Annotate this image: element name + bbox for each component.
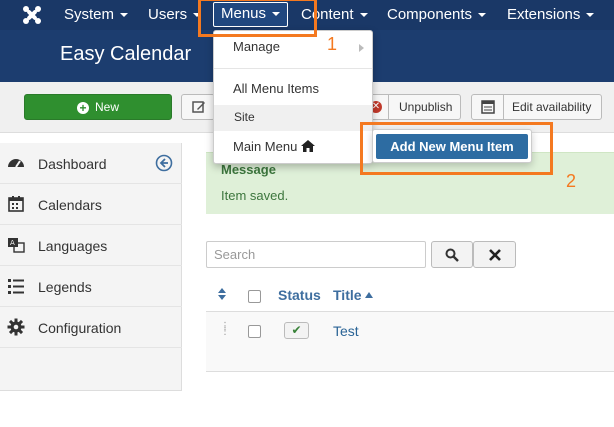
- nav-extensions-label: Extensions: [507, 6, 581, 23]
- caret-down-icon: [359, 13, 368, 18]
- button-divider: [503, 95, 504, 119]
- dropdown-divider: [214, 68, 372, 69]
- sort-ascending-icon: [364, 292, 373, 298]
- column-header-status[interactable]: Status: [278, 287, 321, 303]
- sidebar-item-label: Calendars: [38, 197, 102, 213]
- column-header-title[interactable]: Title: [333, 287, 373, 303]
- clear-search-button[interactable]: [473, 241, 516, 268]
- sidebar-item-calendars[interactable]: Calendars: [0, 184, 182, 225]
- row-checkbox[interactable]: [248, 325, 261, 338]
- close-icon: [489, 249, 501, 261]
- dropdown-item-label: Main Menu: [233, 139, 298, 154]
- sidebar-item-label: Configuration: [38, 320, 122, 336]
- sidebar-item-configuration[interactable]: Configuration: [0, 307, 182, 348]
- sort-icon[interactable]: [218, 288, 226, 300]
- joomla-logo-icon[interactable]: [22, 5, 42, 25]
- nav-system-label: System: [64, 6, 115, 23]
- search-button[interactable]: [431, 241, 473, 268]
- caret-down-icon: [586, 13, 595, 18]
- sidebar: Dashboard Calendars A Languages Legends …: [0, 143, 182, 391]
- nav-components-label: Components: [387, 6, 473, 23]
- edit-availability-label: Edit availability: [512, 100, 592, 114]
- sidebar-item-legends[interactable]: Legends: [0, 266, 182, 307]
- language-icon: A: [8, 238, 25, 253]
- nav-extensions[interactable]: Extensions: [507, 0, 595, 30]
- message-text: Item saved.: [221, 188, 289, 203]
- sidebar-item-label: Languages: [38, 238, 108, 254]
- collapse-left-icon[interactable]: [155, 154, 173, 172]
- annotation-number-2: 2: [566, 171, 577, 191]
- calendar-icon: [8, 196, 24, 212]
- nav-users-label: Users: [148, 6, 188, 23]
- dashboard-icon: [8, 159, 24, 168]
- unpublish-button[interactable]: ✕ Unpublish: [363, 94, 461, 120]
- annotation-box-2: [360, 122, 553, 175]
- dropdown-header-site: Site: [214, 105, 372, 131]
- select-all-checkbox[interactable]: [248, 290, 261, 303]
- search-icon: [445, 248, 459, 262]
- annotation-box-1: [198, 0, 317, 37]
- button-divider: [388, 95, 389, 119]
- edit-availability-button[interactable]: Edit availability: [471, 94, 602, 120]
- check-icon: ✔: [291, 323, 302, 337]
- menus-dropdown: Manage All Menu Items Site Main Menu: [213, 30, 373, 164]
- calendar-table-icon: [481, 100, 495, 114]
- message-title: Message: [221, 162, 276, 177]
- row-title-link[interactable]: Test: [333, 323, 359, 339]
- sidebar-item-languages[interactable]: A Languages: [0, 225, 182, 266]
- sidebar-item-dashboard[interactable]: Dashboard: [0, 143, 182, 184]
- svg-text:A: A: [10, 239, 15, 247]
- unpublish-label: Unpublish: [399, 100, 453, 114]
- table-header: Status Title: [206, 276, 614, 312]
- drag-handle-icon[interactable]: ⋮ ⋮: [220, 322, 230, 337]
- table-row: ⋮ ⋮ ✔ Test: [206, 312, 614, 372]
- dropdown-item-main-menu[interactable]: Main Menu: [214, 135, 372, 159]
- dropdown-item-all-menu-items[interactable]: All Menu Items: [214, 77, 372, 101]
- dropdown-header-label: Site: [234, 110, 255, 124]
- dropdown-item-manage[interactable]: Manage: [214, 35, 372, 59]
- status-published-toggle[interactable]: ✔: [284, 322, 309, 339]
- nav-users[interactable]: Users: [148, 0, 202, 30]
- list-icon: [8, 279, 24, 294]
- gear-icon: [7, 318, 25, 336]
- dropdown-item-label: All Menu Items: [233, 81, 319, 96]
- annotation-number-1: 1: [327, 34, 338, 54]
- home-icon: [301, 140, 315, 152]
- dropdown-item-label: Manage: [233, 39, 280, 54]
- page-title: Easy Calendar: [60, 43, 192, 65]
- new-button-label: New: [94, 100, 119, 114]
- sidebar-item-label: Dashboard: [38, 156, 107, 172]
- nav-system[interactable]: System: [64, 0, 129, 30]
- caret-down-icon: [478, 13, 487, 18]
- nav-components[interactable]: Components: [387, 0, 487, 30]
- plus-icon: +: [76, 102, 89, 114]
- search-input[interactable]: [206, 241, 426, 268]
- edit-button[interactable]: [181, 94, 215, 120]
- caret-down-icon: [120, 13, 129, 18]
- edit-icon: [192, 101, 205, 113]
- column-header-title-label: Title: [333, 287, 362, 303]
- sidebar-item-label: Legends: [38, 279, 92, 295]
- new-button[interactable]: + New: [24, 94, 172, 120]
- chevron-right-icon: [359, 44, 364, 52]
